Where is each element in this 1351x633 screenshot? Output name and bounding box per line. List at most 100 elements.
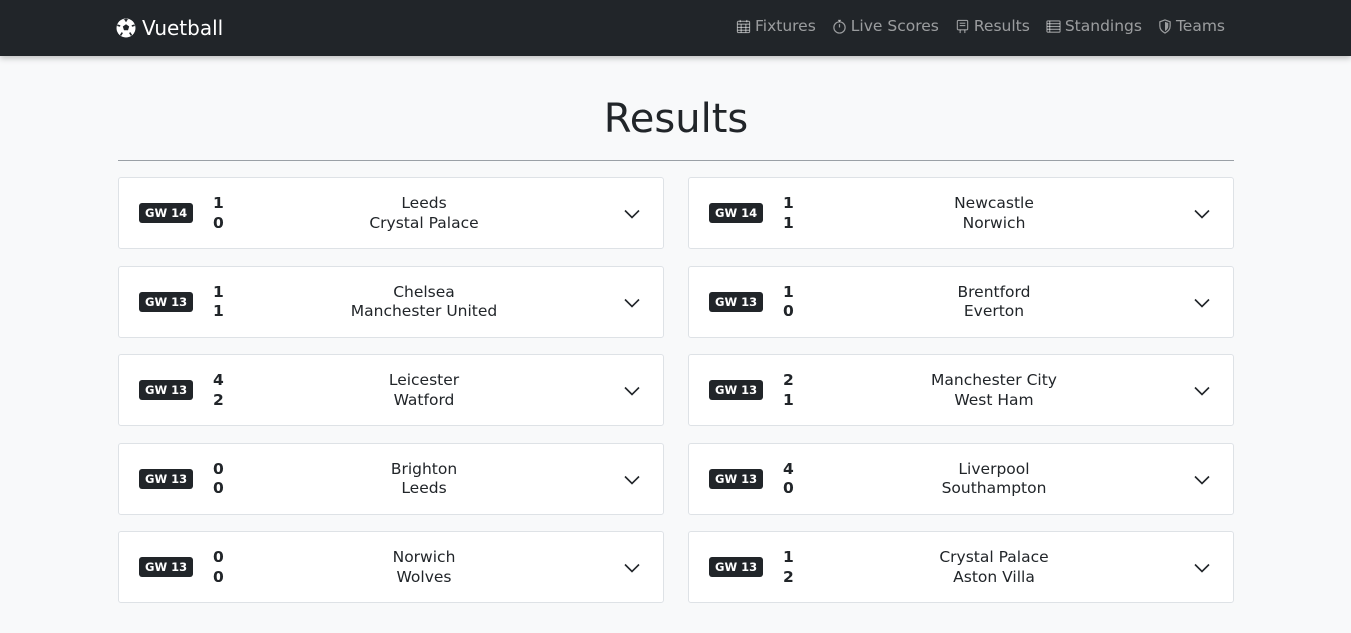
chevron-down-icon[interactable]: [623, 471, 641, 489]
away-team: Leeds: [401, 479, 447, 497]
away-score: 1: [783, 213, 794, 232]
away-team: Everton: [963, 302, 1025, 320]
page-title: Results: [603, 96, 749, 142]
away-team: West Ham: [954, 390, 1034, 409]
home-team: Newcastle: [954, 194, 1034, 212]
teams-column: Chelsea Manchester United: [279, 283, 569, 322]
teams-column: Manchester City West Ham: [849, 371, 1139, 410]
score-column: 1 1: [213, 283, 233, 322]
home-score: 1: [213, 194, 224, 212]
nav-link-label: Teams: [1175, 17, 1225, 35]
score-column: 2 1: [783, 371, 803, 410]
results-grid: GW 14 1 0 Leeds Crystal Palace GW 14 1 1…: [118, 177, 1234, 603]
home-team: Norwich: [392, 548, 456, 566]
home-score: 2: [783, 371, 794, 389]
result-card[interactable]: GW 13 1 2 Crystal Palace Aston Villa: [688, 531, 1234, 603]
teams-column: Brentford Everton: [849, 283, 1139, 322]
nav-link-label: Live Scores: [850, 17, 939, 35]
nav-link-label: Fixtures: [754, 17, 816, 35]
nav-link-label: Standings: [1064, 17, 1142, 35]
result-card[interactable]: GW 14 1 1 Newcastle Norwich: [688, 177, 1234, 249]
home-score: 0: [213, 548, 224, 566]
home-team: Manchester City: [931, 371, 1057, 389]
chevron-down-icon[interactable]: [1193, 471, 1211, 489]
nav-link-standings[interactable]: Standings: [1046, 17, 1142, 35]
result-card[interactable]: GW 13 1 0 Brentford Everton: [688, 265, 1234, 338]
away-team: Crystal Palace: [369, 213, 479, 232]
gameweek-badge: GW 13: [139, 291, 194, 312]
away-score: 2: [783, 567, 794, 586]
teams-column: Norwich Wolves: [279, 548, 569, 587]
nav-link-fixtures[interactable]: Fixtures: [736, 17, 816, 35]
gameweek-badge: GW 14: [139, 203, 194, 223]
away-team: Southampton: [941, 479, 1047, 497]
gameweek-badge: GW 13: [709, 557, 764, 577]
nav-link-label: Results: [973, 17, 1030, 35]
home-score: 0: [213, 459, 224, 478]
gameweek-badge: GW 13: [139, 557, 194, 577]
result-card[interactable]: GW 13 1 1 Chelsea Manchester United: [118, 265, 664, 338]
chevron-down-icon[interactable]: [1193, 205, 1211, 223]
gameweek-badge: GW 14: [709, 203, 764, 223]
away-team: Norwich: [962, 213, 1026, 232]
away-score: 2: [213, 390, 224, 409]
teams-column: Crystal Palace Aston Villa: [849, 548, 1139, 587]
chevron-down-icon[interactable]: [1193, 559, 1211, 577]
away-team: Aston Villa: [953, 567, 1035, 586]
result-card[interactable]: GW 13 0 0 Brighton Leeds: [118, 442, 664, 515]
brand-link[interactable]: Vuetball: [116, 15, 223, 41]
score-column: 4 0: [783, 460, 803, 499]
list-icon: [1046, 19, 1061, 34]
result-card[interactable]: GW 13 2 1 Manchester City West Ham: [688, 354, 1234, 426]
home-team: Leicester: [388, 371, 460, 389]
nav-link-teams[interactable]: Teams: [1158, 17, 1225, 35]
calendar-icon: [736, 19, 751, 34]
result-card[interactable]: GW 13 0 0 Norwich Wolves: [118, 531, 664, 603]
brand-label: Vuetball: [142, 16, 224, 40]
gameweek-badge: GW 13: [139, 380, 194, 400]
chevron-down-icon[interactable]: [1193, 294, 1211, 312]
gameweek-badge: GW 13: [709, 468, 764, 489]
away-score: 0: [783, 479, 794, 497]
score-column: 1 0: [783, 283, 803, 322]
nav-link-live-scores[interactable]: Live Scores: [832, 17, 939, 35]
away-score: 0: [783, 302, 794, 320]
score-column: 4 2: [213, 371, 233, 410]
away-score: 1: [783, 390, 794, 409]
title-divider: [118, 160, 1234, 161]
score-column: 1 1: [783, 194, 803, 233]
teams-column: Liverpool Southampton: [849, 460, 1139, 499]
home-score: 1: [783, 548, 794, 566]
score-column: 0 0: [213, 460, 233, 499]
home-score: 1: [213, 282, 224, 301]
navbar: Vuetball Fixtures Live Scores Results St…: [0, 0, 1351, 56]
home-score: 1: [783, 194, 794, 212]
score-column: 0 0: [213, 548, 233, 587]
away-team: Manchester United: [350, 302, 498, 320]
chevron-down-icon[interactable]: [623, 205, 641, 223]
chevron-down-icon[interactable]: [623, 559, 641, 577]
result-card[interactable]: GW 13 4 2 Leicester Watford: [118, 354, 664, 426]
result-card[interactable]: GW 14 1 0 Leeds Crystal Palace: [118, 177, 664, 249]
chevron-down-icon[interactable]: [623, 294, 641, 312]
teams-column: Brighton Leeds: [279, 460, 569, 499]
away-score: 0: [213, 213, 224, 232]
result-card[interactable]: GW 13 4 0 Liverpool Southampton: [688, 442, 1234, 515]
home-team: Brighton: [390, 459, 458, 478]
home-score: 4: [213, 371, 224, 389]
gameweek-badge: GW 13: [709, 380, 764, 400]
gameweek-badge: GW 13: [139, 468, 194, 489]
gameweek-badge: GW 13: [709, 291, 764, 312]
stopwatch-icon: [832, 19, 847, 34]
home-team: Leeds: [401, 194, 447, 212]
home-team: Crystal Palace: [939, 548, 1049, 566]
home-score: 4: [783, 459, 794, 478]
score-column: 1 0: [213, 194, 233, 233]
away-score: 0: [213, 479, 224, 497]
chevron-down-icon[interactable]: [1193, 382, 1211, 400]
teams-column: Leeds Crystal Palace: [279, 194, 569, 233]
nav-link-results[interactable]: Results: [955, 17, 1030, 35]
home-team: Liverpool: [958, 459, 1030, 478]
away-team: Wolves: [396, 567, 452, 586]
chevron-down-icon[interactable]: [623, 382, 641, 400]
